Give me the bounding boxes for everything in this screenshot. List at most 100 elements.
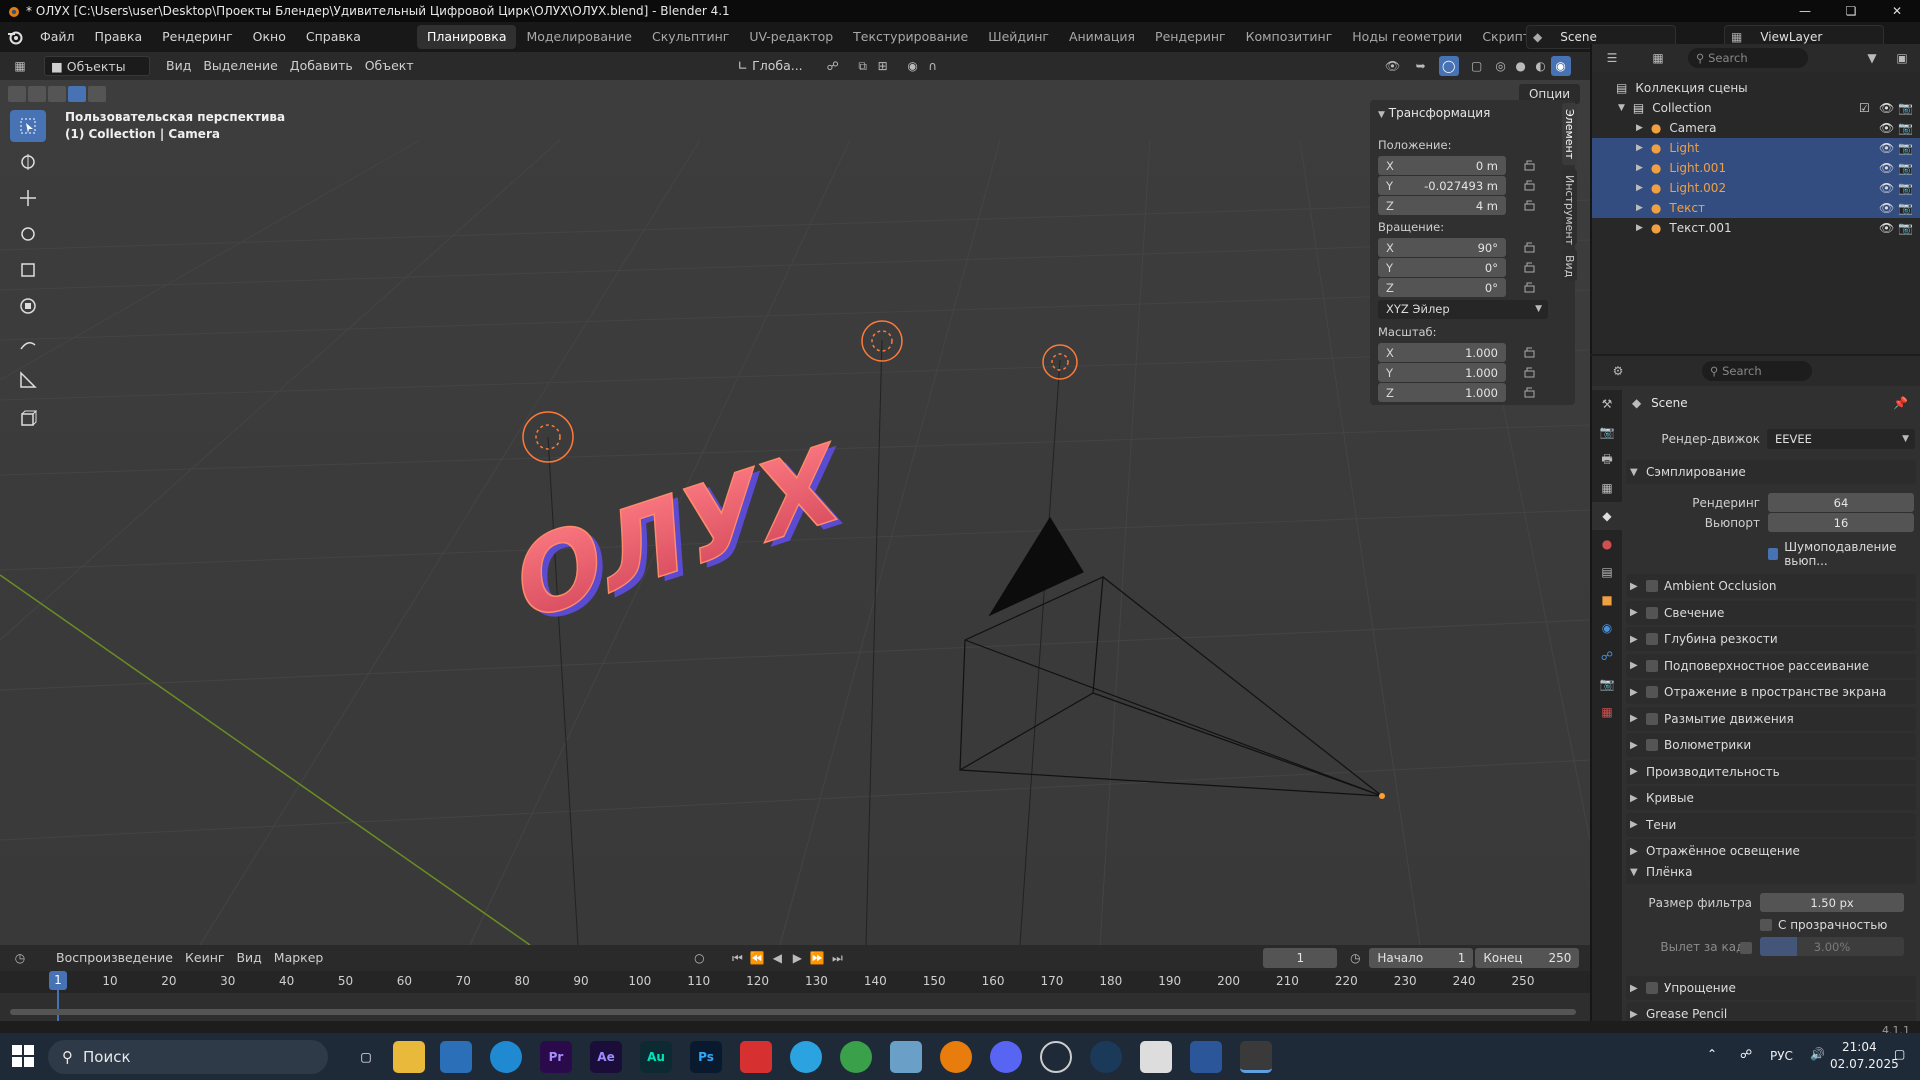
move-icon[interactable]: [10, 182, 46, 214]
properties-panel-header[interactable]: ▶ Волюметрики: [1626, 733, 1916, 757]
chevron-up-icon[interactable]: ⌃: [1707, 1047, 1717, 1061]
outliner-search-input[interactable]: ⚲ Search: [1688, 48, 1808, 68]
scale-icon[interactable]: [10, 254, 46, 286]
snap-icon[interactable]: ⧉: [853, 56, 873, 76]
collection-row[interactable]: ▼ ▤ Collection ☑ 👁 📷: [1592, 98, 1920, 118]
keying-menu[interactable]: Кеинг: [179, 948, 230, 968]
tab-compositing[interactable]: Композитинг: [1236, 25, 1343, 49]
audition-icon[interactable]: Au: [640, 1041, 672, 1073]
properties-panel-header[interactable]: ▶ Производительность: [1626, 759, 1916, 784]
jump-end-icon[interactable]: ⏭: [827, 948, 847, 968]
prev-key-icon[interactable]: ⏪: [747, 948, 767, 968]
eye-icon[interactable]: 👁: [1879, 201, 1894, 215]
app-icon[interactable]: [740, 1041, 772, 1073]
rotate-icon[interactable]: [10, 218, 46, 250]
world-tab-icon[interactable]: ●: [1592, 530, 1622, 558]
gizmo-icon[interactable]: ➥: [1411, 56, 1431, 76]
add-menu[interactable]: Добавить: [284, 56, 359, 76]
rotation-mode-select[interactable]: XYZ Эйлер ▼: [1378, 300, 1548, 319]
minimize-icon[interactable]: —: [1782, 0, 1828, 22]
camera-render-icon[interactable]: 📷: [1898, 141, 1913, 155]
checkbox-icon[interactable]: [1646, 659, 1658, 672]
camera-render-icon[interactable]: 📷: [1898, 201, 1913, 215]
object-tab-icon[interactable]: ■: [1592, 586, 1622, 614]
wireframe-shading-icon[interactable]: ◎: [1491, 56, 1511, 76]
eye-icon[interactable]: 👁: [1879, 141, 1894, 155]
checkbox-icon[interactable]: [1646, 580, 1658, 592]
chevron-right-icon[interactable]: ▶: [1636, 163, 1643, 173]
properties-panel-header[interactable]: ▶ Кривые: [1626, 786, 1916, 810]
properties-panel-header[interactable]: ▶ Размытие движения: [1626, 706, 1916, 731]
editor-type-icon[interactable]: ▦: [10, 56, 30, 76]
lock-icon[interactable]: [1523, 366, 1537, 378]
view-menu[interactable]: Вид: [160, 56, 197, 76]
timeline-editor-icon[interactable]: ◷: [10, 948, 30, 968]
proportional-edit-icon[interactable]: ◉: [903, 56, 923, 76]
lock-icon[interactable]: [1523, 261, 1537, 273]
overscan-field[interactable]: 3.00%: [1760, 937, 1904, 956]
lock-icon[interactable]: [1523, 386, 1537, 398]
falloff-icon[interactable]: ∩: [923, 56, 943, 76]
properties-panel-header[interactable]: ▶ Свечение: [1626, 600, 1916, 625]
rotation-y-field[interactable]: Y 0°: [1378, 258, 1506, 277]
outliner-row[interactable]: ▶ ● Текст.001 👁 📷: [1592, 218, 1920, 238]
outliner-row[interactable]: ▶ ● Текст 👁 📷: [1592, 198, 1920, 218]
word-icon[interactable]: [1190, 1041, 1222, 1073]
checkbox-icon[interactable]: [1646, 686, 1658, 698]
menu-file[interactable]: Файл: [30, 22, 85, 52]
collection-tab-icon[interactable]: ▤: [1592, 558, 1622, 586]
task-view-icon[interactable]: ▢: [350, 1041, 382, 1073]
notification-icon[interactable]: ▢: [1894, 1047, 1905, 1061]
transform-panel-header[interactable]: ▼ Трансформация: [1378, 106, 1490, 120]
telegram-icon[interactable]: [790, 1041, 822, 1073]
play-icon[interactable]: ▶: [787, 948, 807, 968]
camera-render-icon[interactable]: 📷: [1898, 161, 1913, 175]
select-box-icon[interactable]: [10, 110, 46, 142]
clock-date[interactable]: 02.07.2025: [1830, 1057, 1899, 1071]
cursor-icon[interactable]: [10, 146, 46, 178]
properties-panel-header[interactable]: ▶ Тени: [1626, 812, 1916, 837]
tab-item[interactable]: Элемент: [1562, 103, 1577, 165]
select-invert-icon[interactable]: [68, 86, 86, 102]
lock-icon[interactable]: [1523, 199, 1537, 211]
file-explorer-icon[interactable]: [393, 1041, 425, 1073]
scale-y-field[interactable]: Y 1.000: [1378, 363, 1506, 382]
render-samples-field[interactable]: 64: [1768, 493, 1914, 512]
window-app-icon[interactable]: [1140, 1041, 1172, 1073]
scene-tab-icon[interactable]: ◆: [1592, 502, 1622, 530]
camera-render-icon[interactable]: 📷: [1898, 181, 1913, 195]
properties-panel-header[interactable]: ▶ Ambient Occlusion: [1626, 574, 1916, 598]
checkbox-icon[interactable]: ☑: [1859, 101, 1870, 115]
physics-tab-icon[interactable]: ◉: [1592, 614, 1622, 642]
chevron-right-icon[interactable]: ▶: [1636, 223, 1643, 233]
scale-x-field[interactable]: X 1.000: [1378, 343, 1506, 362]
checkbox-icon[interactable]: [1646, 739, 1658, 751]
windows-start-icon[interactable]: [12, 1045, 34, 1067]
chevron-right-icon[interactable]: ▶: [1636, 203, 1643, 213]
filter-size-field[interactable]: 1.50 px: [1760, 893, 1904, 912]
blender-active-icon[interactable]: [1240, 1041, 1272, 1073]
lock-icon[interactable]: [1523, 281, 1537, 293]
tab-animation[interactable]: Анимация: [1059, 25, 1145, 49]
output-tab-icon[interactable]: 🖶: [1592, 446, 1622, 474]
3d-viewport[interactable]: ОЛУХ ОЛУХ Пользовательская перспектива (…: [0, 80, 1590, 945]
properties-panel-header[interactable]: ▶ Подповерхностное рассеивание: [1626, 653, 1916, 678]
notes-icon[interactable]: [890, 1041, 922, 1073]
lock-icon[interactable]: [1523, 241, 1537, 253]
next-key-icon[interactable]: ⏩: [807, 948, 827, 968]
lock-icon[interactable]: [1523, 159, 1537, 171]
language-indicator[interactable]: РУС: [1770, 1049, 1793, 1063]
select-intersect-icon[interactable]: [88, 86, 106, 102]
jump-start-icon[interactable]: ⏮: [727, 948, 747, 968]
viewport-samples-field[interactable]: 16: [1768, 513, 1914, 532]
playhead[interactable]: 1: [49, 971, 67, 990]
overscan-checkbox[interactable]: [1740, 942, 1752, 954]
chevron-right-icon[interactable]: ▶: [1636, 143, 1643, 153]
filter-icon[interactable]: ▼: [1862, 48, 1882, 68]
chevron-right-icon[interactable]: ▶: [1636, 123, 1643, 133]
close-icon[interactable]: ✕: [1874, 0, 1920, 22]
select-subtract-icon[interactable]: [48, 86, 66, 102]
properties-search-input[interactable]: ⚲ Search: [1702, 361, 1812, 381]
tab-layout[interactable]: Планировка: [416, 25, 517, 49]
current-frame-field[interactable]: 1: [1263, 948, 1338, 968]
